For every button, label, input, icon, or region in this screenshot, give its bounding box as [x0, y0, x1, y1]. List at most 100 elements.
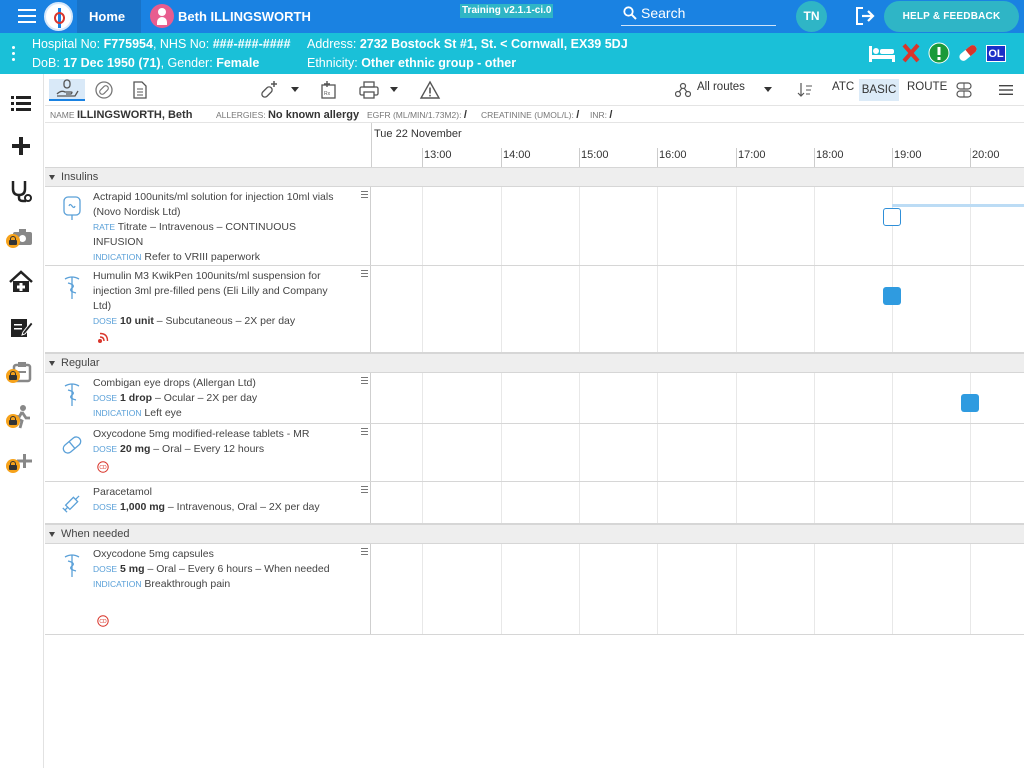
lock-icon [6, 459, 20, 473]
sidebar-item-transfer[interactable] [6, 359, 36, 387]
inr-value: / [609, 109, 613, 121]
gender-value: Female [216, 56, 260, 70]
home-arrow [127, 0, 139, 32]
hour-label: 13:00 [422, 148, 452, 167]
capsule-icon[interactable] [956, 42, 980, 64]
print-caret-icon[interactable] [390, 87, 398, 92]
info-creatinine: CREATININE (UMOL/L): / [481, 109, 579, 121]
name-label: NAME [50, 110, 75, 120]
medication-details: Combigan eye drops (Allergan Ltd) DOSE 1… [45, 373, 371, 423]
sidebar-item-extra[interactable] [6, 449, 36, 477]
hamburger-menu-icon[interactable] [18, 9, 36, 23]
search-placeholder: Search [641, 5, 686, 21]
close-x-icon[interactable] [902, 43, 920, 63]
medication-row-paracetamol[interactable]: Paracetamol DOSE 1,000 mg – Intravenous,… [45, 482, 1024, 524]
sidebar-item-add[interactable] [8, 133, 36, 161]
lock-icon [6, 234, 20, 248]
user-avatar[interactable]: TN [796, 1, 827, 32]
sidebar-item-notes[interactable] [8, 314, 36, 342]
dose-value: 1,000 mg [120, 501, 165, 513]
section-regular[interactable]: Regular [45, 353, 1024, 373]
protocol-tool-button[interactable]: Rx [319, 79, 339, 101]
routes-dropdown[interactable]: All routes [697, 81, 745, 93]
routes-caret-icon[interactable] [764, 87, 772, 92]
sort-icon[interactable] [797, 82, 813, 98]
signal-warning-icon [98, 332, 109, 343]
add-medication-caret-icon[interactable] [291, 87, 299, 92]
top-bar: Home Beth ILLINGSWORTH Training v2.1.1-c… [0, 0, 1024, 33]
bed-icon[interactable] [868, 42, 896, 64]
indication-label: INDICATION [93, 408, 142, 418]
patient-banner: Hospital No: F775954, NHS No: ###-###-##… [0, 33, 1024, 74]
dob-label: DoB: [32, 56, 60, 70]
row-menu-icon[interactable] [361, 377, 368, 386]
discontinue-tool-button[interactable] [93, 79, 115, 101]
medication-text: Oxycodone 5mg capsules DOSE 5 mg – Oral … [93, 547, 343, 592]
patient-info-row: NAME ILLINGSWORTH, Beth ALLERGIES: No kn… [45, 106, 1024, 123]
plus-icon [12, 137, 30, 155]
section-when-needed[interactable]: When needed [45, 524, 1024, 544]
sidebar-item-discharge[interactable] [8, 269, 36, 297]
add-medication-button[interactable] [257, 79, 281, 101]
dose-value: 5 mg [120, 563, 145, 575]
patient-name[interactable]: Beth ILLINGSWORTH [178, 0, 311, 33]
dose-detail: – Oral – Every 6 hours – When needed [147, 563, 330, 575]
alert-icon[interactable] [928, 42, 950, 64]
basic-view-button[interactable]: BASIC [859, 79, 899, 101]
medication-details: Actrapid 100units/ml solution for inject… [45, 187, 371, 265]
dose-slot-scheduled[interactable] [961, 394, 979, 412]
protocol-icon: Rx [321, 81, 336, 99]
sidebar-item-clinical[interactable] [8, 178, 36, 206]
sidebar-item-list[interactable] [8, 90, 36, 118]
document-tool-button[interactable] [131, 79, 149, 101]
medication-text: Actrapid 100units/ml solution for inject… [93, 190, 343, 265]
ban-pill-icon [95, 81, 113, 99]
search-input[interactable]: Search [621, 4, 776, 26]
medication-row-oxycodone-capsules[interactable]: Oxycodone 5mg capsules DOSE 5 mg – Oral … [45, 544, 1024, 635]
medication-row-actrapid[interactable]: Actrapid 100units/ml solution for inject… [45, 187, 1024, 266]
hour-label: 18:00 [814, 148, 844, 167]
warnings-button[interactable] [419, 79, 441, 101]
caduceus-icon [64, 554, 80, 577]
printer-icon [359, 81, 379, 99]
dose-slot-empty[interactable] [883, 208, 901, 226]
menu-icon[interactable] [998, 83, 1014, 97]
dose-label: DOSE [93, 316, 118, 326]
administer-tool-button[interactable] [49, 79, 85, 101]
search-icon [623, 6, 637, 20]
pill-groups-icon[interactable] [955, 81, 973, 99]
creatinine-value: / [576, 109, 580, 121]
row-menu-icon[interactable] [361, 548, 368, 557]
atc-view-button[interactable]: ATC [832, 81, 854, 93]
list-icon [11, 96, 31, 111]
sidebar-item-camera[interactable] [6, 224, 36, 252]
row-menu-icon[interactable] [361, 486, 368, 495]
row-menu-icon[interactable] [361, 428, 368, 437]
app-logo[interactable] [44, 2, 73, 31]
medication-text: Paracetamol DOSE 1,000 mg – Intravenous,… [93, 485, 343, 515]
chart-toolbar: Rx All routes ATC BASIC ROUTE [45, 74, 1024, 106]
left-sidebar [0, 74, 44, 768]
section-insulins[interactable]: Insulins [45, 167, 1024, 187]
dose-slot-scheduled[interactable] [883, 287, 901, 305]
medication-details: Paracetamol DOSE 1,000 mg – Intravenous,… [45, 482, 371, 523]
route-view-button[interactable]: ROUTE [907, 81, 947, 93]
print-button[interactable] [358, 79, 380, 101]
help-feedback-button[interactable]: HELP & FEEDBACK [884, 1, 1019, 32]
indication-label: INDICATION [93, 579, 142, 589]
medication-row-humulin[interactable]: Humulin M3 KwikPen 100units/ml suspensio… [45, 266, 1024, 353]
medication-text: Combigan eye drops (Allergan Ltd) DOSE 1… [93, 376, 343, 421]
medication-row-oxycodone-mr[interactable]: Oxycodone 5mg modified-release tablets -… [45, 424, 1024, 482]
ol-badge[interactable]: OL [986, 45, 1006, 62]
row-menu-icon[interactable] [361, 191, 368, 200]
dose-detail: – Oral – Every 12 hours [153, 443, 265, 455]
hour-label: 17:00 [736, 148, 766, 167]
medication-row-combigan[interactable]: Combigan eye drops (Allergan Ltd) DOSE 1… [45, 373, 1024, 424]
banner-more-icon[interactable] [12, 46, 16, 64]
allergies-value: No known allergy [267, 109, 360, 121]
medication-text: Oxycodone 5mg modified-release tablets -… [93, 427, 343, 457]
warning-triangle-icon [419, 80, 441, 99]
sidebar-item-activity[interactable] [6, 404, 36, 432]
logout-icon[interactable] [855, 7, 877, 25]
row-menu-icon[interactable] [361, 270, 368, 279]
